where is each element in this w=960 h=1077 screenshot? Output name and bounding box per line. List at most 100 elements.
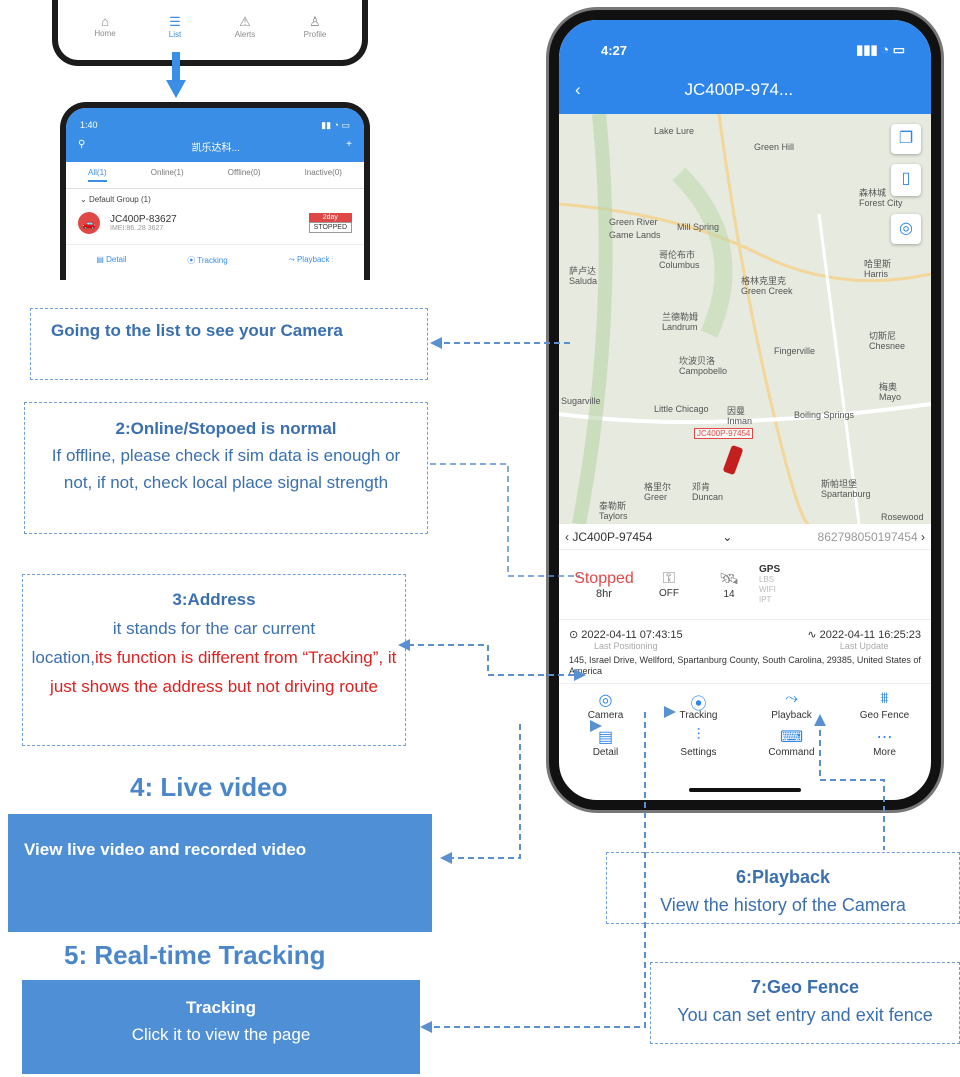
tracking-heading: 5: Real-time Tracking: [64, 940, 326, 970]
map-label: Game Lands: [609, 230, 661, 240]
home-icon: ⌂: [101, 14, 109, 29]
status-badge: STOPPED: [308, 222, 352, 233]
search-icon[interactable]: ⚲: [78, 139, 85, 154]
detail-button[interactable]: ▤ Detail: [566, 727, 646, 758]
traffic-icon[interactable]: ▯: [891, 164, 921, 196]
map-label: Green Hill: [754, 142, 795, 152]
tracking-button[interactable]: ⦿ Tracking: [187, 255, 227, 266]
duration-badge: 2day: [308, 213, 352, 222]
group-header[interactable]: ⌄ Default Group (1): [66, 189, 364, 210]
chevron-left-icon[interactable]: ‹: [565, 530, 569, 544]
settings-button[interactable]: ⫶ Settings: [659, 727, 739, 758]
satellite-icon: 🛰: [718, 571, 740, 588]
locate-icon[interactable]: ◎: [891, 214, 921, 244]
map-label: Mayo: [879, 392, 902, 402]
map-car-label: JC400P-97454: [694, 428, 754, 439]
tab-offline[interactable]: Offline(0): [228, 168, 261, 182]
map-label: Columbus: [659, 260, 700, 270]
command-button[interactable]: ⌨ Command: [752, 727, 832, 758]
device-name: JC400P-97454: [572, 529, 653, 544]
status-time: 4:27: [601, 43, 628, 58]
map-label: Little Chicago: [654, 404, 709, 414]
device-title: JC400P-974...: [684, 80, 794, 99]
last-positioning: ⊙ 2022-04-11 07:43:15 Last Positioning: [569, 629, 683, 651]
device-switcher: ‹ JC400P-97454 ⌄ 862798050197454 ›: [559, 524, 931, 550]
device-row[interactable]: 🚗 JC400P-83627 IMEI:86..28 3627 2day STO…: [66, 210, 364, 236]
map-label: Greer: [644, 492, 668, 502]
motion-status: Stopped 8hr: [574, 569, 634, 600]
callout-address-title: 3:Address: [172, 590, 256, 609]
tab-home[interactable]: ⌂ Home: [80, 14, 130, 39]
playback-button[interactable]: ⤳ Playback ⋮: [288, 255, 333, 266]
tab-online[interactable]: Online(1): [151, 168, 184, 182]
tab-inactive[interactable]: Inactive(0): [305, 168, 342, 182]
status-time: 1:40: [80, 120, 98, 130]
map-label: Chesnee: [869, 341, 906, 351]
tab-list[interactable]: ☰ List: [150, 14, 200, 39]
callout-online-title: 2:Online/Stopoed is normal: [115, 419, 337, 438]
callout-live-video: View live video and recorded video: [8, 814, 432, 932]
tracking-button[interactable]: ⦿ Tracking: [659, 690, 739, 721]
list-title: 凯乐达科...: [191, 143, 240, 154]
camera-button[interactable]: ◎ Camera: [566, 690, 646, 721]
detail-button[interactable]: ▤ Detail: [96, 255, 126, 266]
more-icon: ⋯: [876, 729, 893, 746]
callout-tracking-title: Tracking: [186, 998, 256, 1017]
chevron-right-icon[interactable]: ›: [918, 530, 925, 544]
satellite-count: 🛰 14: [699, 569, 759, 600]
last-update: ∿ 2022-04-11 16:25:23 Last Update: [807, 629, 921, 651]
callout-address: 3:Address it stands for the car current l…: [22, 574, 406, 746]
terminal-icon: ⌨: [779, 729, 804, 746]
map-label: Spartanburg: [821, 489, 871, 499]
map-label: Fingerville: [774, 346, 816, 356]
map-view[interactable]: Lake Lure Green Hill Green River Game La…: [559, 114, 931, 524]
add-icon[interactable]: +: [346, 139, 352, 154]
callout-geo-fence-title: 7:Geo Fence: [750, 977, 860, 997]
positioning-sources: GPS LBS WIFI IPT: [759, 563, 781, 604]
document-icon: ▤: [96, 255, 104, 264]
map-label: Landrum: [662, 322, 698, 332]
map-label: Taylors: [599, 511, 628, 521]
filter-tabs: All(1) Online(1) Offline(0) Inactive(0): [66, 162, 364, 189]
map-label: Green Creek: [741, 286, 793, 296]
signal-battery-icon: ▮▮▮ ◔ ▭: [856, 42, 905, 57]
callout-online-body: If offline, please check if sim data is …: [51, 446, 401, 492]
tab-all[interactable]: All(1): [88, 168, 107, 182]
more-button[interactable]: ⋯ More: [845, 727, 925, 758]
fence-icon: ⩩: [880, 690, 889, 707]
chevron-down-icon[interactable]: ⌄: [722, 530, 732, 544]
map-label: Saluda: [569, 276, 598, 286]
map-label: Boiling Springs: [794, 410, 855, 420]
callout-live-video-body: View live video and recorded video: [24, 840, 307, 859]
device-actions: ▤ Detail ⦿ Tracking ⤳ Playback ⋮: [66, 244, 364, 266]
callout-online: 2:Online/Stopoed is normal If offline, p…: [24, 402, 428, 534]
map-label: Duncan: [692, 492, 724, 502]
car-icon: 🚗: [78, 212, 100, 234]
route-icon: ⤳: [785, 690, 798, 707]
callout-geo-fence-body: You can set entry and exit fence: [677, 1005, 933, 1025]
geo-fence-button[interactable]: ⩩ Geo Fence: [845, 690, 925, 721]
map-label: Forest City: [859, 198, 903, 208]
tab-profile[interactable]: ♙ Profile: [290, 14, 340, 39]
map-label: Lake Lure: [654, 126, 695, 136]
document-icon: ▤: [597, 729, 614, 746]
location-icon: ⊙: [569, 629, 579, 641]
callout-list-title: Going to the list to see your Camera: [51, 321, 343, 340]
callout-geo-fence: 7:Geo Fence You can set entry and exit f…: [650, 962, 960, 1044]
profile-icon: ♙: [309, 14, 321, 29]
map-label: Campobello: [679, 366, 728, 376]
signal-icon: ▮▮ ◔ ▭: [321, 120, 350, 130]
pulse-icon: ∿: [807, 629, 817, 641]
tab-alerts[interactable]: ⚠ Alerts: [220, 14, 270, 39]
phone-tabbar-screenshot: ⌂ Home ☰ List ⚠ Alerts ♙ Profile: [52, 0, 368, 66]
callout-address-body: it stands for the car current location,it…: [31, 619, 397, 696]
alert-icon: ⚠: [239, 14, 251, 29]
playback-button[interactable]: ⤳ Playback: [752, 690, 832, 721]
map-roads: [559, 114, 931, 524]
layers-icon[interactable]: ❐: [891, 124, 921, 154]
callout-playback-title: 6:Playback: [735, 867, 831, 887]
bottom-tab-bar: ⌂ Home ☰ List ⚠ Alerts ♙ Profile: [70, 14, 350, 39]
map-label: Mill Spring: [677, 222, 720, 232]
function-grid-row1: ◎ Camera ⦿ Tracking ⤳ Playback ⩩ Geo Fence: [559, 684, 931, 721]
location-pin-icon: ⦿: [187, 256, 196, 265]
